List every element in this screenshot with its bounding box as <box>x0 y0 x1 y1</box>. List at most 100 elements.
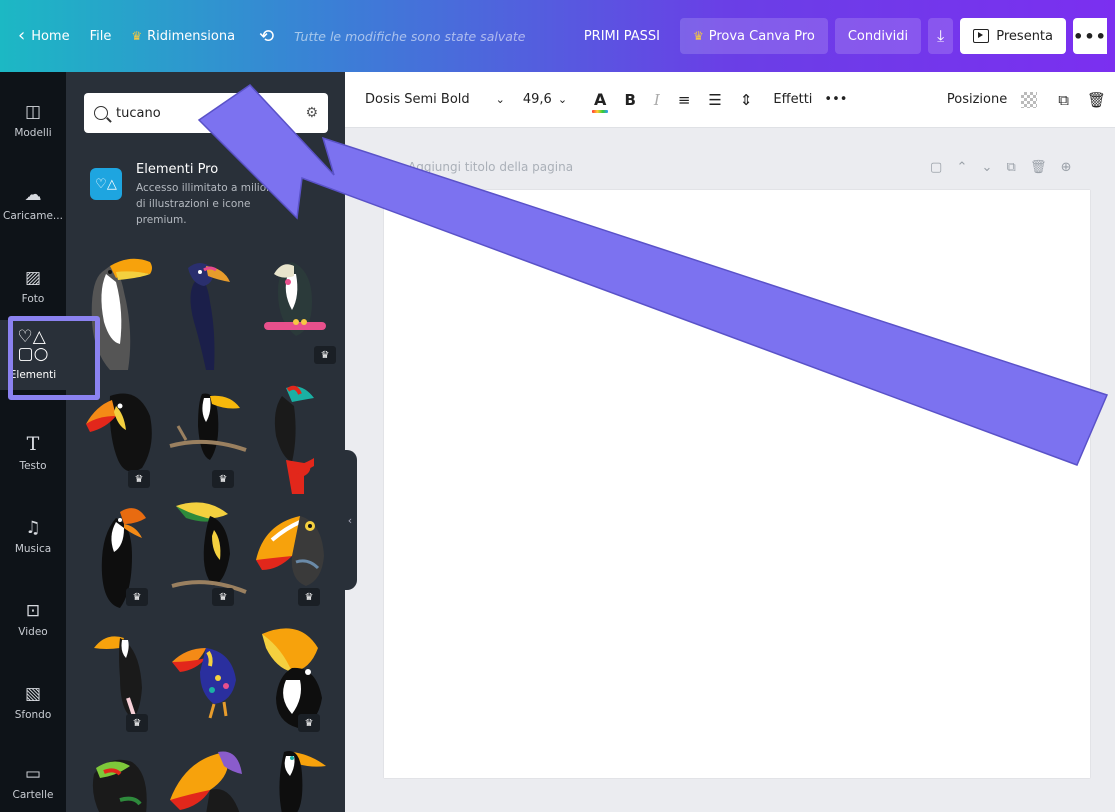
more-options-icon[interactable]: ••• <box>824 92 847 107</box>
more-options-icon[interactable]: ••• <box>1073 18 1107 54</box>
toucan-result[interactable] <box>80 744 164 812</box>
folder-icon: ▭ <box>24 763 42 784</box>
toucan-illustration <box>172 648 236 719</box>
rail-item-video[interactable]: ⊡ Video <box>0 585 66 655</box>
elements-panel: ⚙ ♡△ Elementi Pro Accesso illimitato a m… <box>66 72 345 812</box>
chevron-down-icon[interactable]: ⌄ <box>981 160 992 175</box>
chevron-down-icon[interactable]: ⌄ <box>558 93 567 106</box>
download-icon[interactable]: ⤓ <box>928 18 954 54</box>
pro-title: Elementi Pro <box>136 162 219 177</box>
add-page-icon[interactable]: ⊕ <box>1061 160 1072 175</box>
template-icon: ◫ <box>24 101 42 122</box>
bold-button[interactable]: B <box>624 91 635 109</box>
rail-item-foto[interactable]: ▨ Foto <box>0 252 66 322</box>
delete-page-icon[interactable]: 🗑 <box>1030 160 1047 175</box>
rail-item-cartelle[interactable]: ▭ Cartelle <box>0 748 66 812</box>
align-center-icon[interactable]: ≡ <box>678 91 691 109</box>
toucan-result[interactable] <box>252 744 336 812</box>
undo-icon[interactable]: ⟲ <box>245 16 288 56</box>
toucan-result[interactable]: ♛ <box>80 618 164 736</box>
page-title-input[interactable]: Aggiungi titolo della pagina <box>408 160 573 174</box>
position-button[interactable]: Posizione <box>947 92 1007 107</box>
getting-started-button[interactable]: PRIMI PASSI <box>571 18 673 54</box>
resize-label: Ridimensiona <box>147 28 236 44</box>
present-button[interactable]: Presenta <box>960 18 1066 54</box>
toucan-result[interactable]: ♛ <box>252 252 336 370</box>
page-tools: ▢ ⌃ ⌄ ⧉ 🗑 ⊕ <box>930 160 1082 175</box>
toucan-illustration <box>101 508 146 608</box>
try-pro-label: Prova Canva Pro <box>708 28 815 44</box>
filter-icon[interactable]: ⚙ <box>305 105 318 121</box>
rail-label: Video <box>18 625 48 638</box>
list-icon[interactable]: ☰ <box>708 91 721 109</box>
rail-item-caricamenti[interactable]: ☁ Caricame... <box>0 169 66 239</box>
toucan-result[interactable] <box>252 376 336 494</box>
rail-label: Cartelle <box>12 788 54 801</box>
transparency-icon[interactable] <box>1021 91 1038 108</box>
toucan-illustration <box>188 263 230 370</box>
present-icon <box>973 29 990 43</box>
toucan-result[interactable]: ♛ <box>252 496 336 614</box>
text-toolbar: Dosis Semi Bold ⌄ 49,6 ⌄ A B I ≡ ☰ ⇕ Eff… <box>345 72 1115 128</box>
premium-crown-icon: ♛ <box>212 470 234 488</box>
file-menu[interactable]: File <box>80 16 122 56</box>
premium-crown-icon: ♛ <box>126 588 148 606</box>
crown-icon: ♛ <box>131 29 143 43</box>
rail-item-elementi[interactable]: ♡△ ▢○ Elementi <box>0 320 66 390</box>
duplicate-icon[interactable]: ⧉ <box>1058 91 1069 109</box>
pro-elements-icon: ♡△ <box>90 168 122 200</box>
toucan-result[interactable]: ♛ <box>252 618 336 736</box>
design-canvas[interactable] <box>384 190 1090 778</box>
collapse-panel-handle[interactable]: ‹ <box>343 450 357 590</box>
toucan-result[interactable] <box>166 618 250 736</box>
spacing-icon[interactable]: ⇕ <box>740 91 753 109</box>
elements-icon: ♡△ ▢○ <box>17 327 49 364</box>
chevron-down-icon[interactable]: ⌄ <box>496 93 505 106</box>
rail-label: Sfondo <box>14 708 52 721</box>
toucan-result[interactable]: ♛ <box>166 376 250 494</box>
crown-icon: ♛ <box>692 29 704 43</box>
toucan-result[interactable] <box>166 252 250 370</box>
rail-item-testo[interactable]: T Testo <box>0 418 66 488</box>
duplicate-page-icon[interactable]: ⧉ <box>1007 160 1016 175</box>
toucan-illustration <box>279 751 326 812</box>
top-bar: ‹ Home File ♛ Ridimensiona ⟲ Tutte le mo… <box>0 0 1115 72</box>
toucan-result[interactable]: ♛ <box>80 496 164 614</box>
toucan-illustration <box>262 628 322 728</box>
rail-item-sfondo[interactable]: ▧ Sfondo <box>0 668 66 738</box>
chevron-up-icon[interactable]: ⌃ <box>956 160 967 175</box>
text-color-icon[interactable]: A <box>591 90 609 113</box>
home-button[interactable]: ‹ Home <box>0 16 80 56</box>
toucan-illustration <box>86 393 152 472</box>
trash-icon[interactable]: 🗑 <box>1087 91 1106 109</box>
rail-label: Foto <box>21 292 45 305</box>
search-input[interactable] <box>116 105 306 121</box>
left-rail: ◫ Modelli ☁ Caricame... ▨ Foto ♡△ ▢○ Elem… <box>0 72 66 812</box>
font-selector[interactable]: Dosis Semi Bold <box>365 92 470 107</box>
pro-text: Elementi Pro Accesso illimitato a milion… <box>136 162 286 228</box>
premium-crown-icon: ♛ <box>298 714 320 732</box>
toucan-illustration <box>256 516 324 586</box>
upload-icon: ☁ <box>24 184 42 205</box>
italic-button[interactable]: I <box>654 91 660 109</box>
pro-elements-promo[interactable]: ♡△ Elementi Pro Accesso illimitato a mil… <box>90 162 286 228</box>
rail-item-modelli[interactable]: ◫ Modelli <box>0 86 66 156</box>
toucan-result[interactable]: ♛ <box>166 496 250 614</box>
toucan-result[interactable] <box>166 744 250 812</box>
toucan-result[interactable] <box>80 252 164 370</box>
rail-label: Elementi <box>9 369 57 381</box>
rail-label: Modelli <box>14 126 52 139</box>
search-box: ⚙ <box>84 93 328 133</box>
premium-crown-icon: ♛ <box>126 714 148 732</box>
toucan-illustration <box>170 751 242 812</box>
rail-item-musica[interactable]: ♫ Musica <box>0 502 66 572</box>
effects-button[interactable]: Effetti <box>773 92 812 107</box>
toucan-result[interactable]: ♛ <box>80 376 164 494</box>
toucan-illustration <box>274 385 314 494</box>
premium-crown-icon: ♛ <box>314 346 336 364</box>
font-size-input[interactable]: 49,6 <box>523 92 552 107</box>
share-button[interactable]: Condividi <box>834 18 922 54</box>
resize-button[interactable]: ♛ Ridimensiona <box>121 16 245 56</box>
try-pro-button[interactable]: ♛ Prova Canva Pro <box>679 18 828 54</box>
note-icon[interactable]: ▢ <box>930 160 942 175</box>
